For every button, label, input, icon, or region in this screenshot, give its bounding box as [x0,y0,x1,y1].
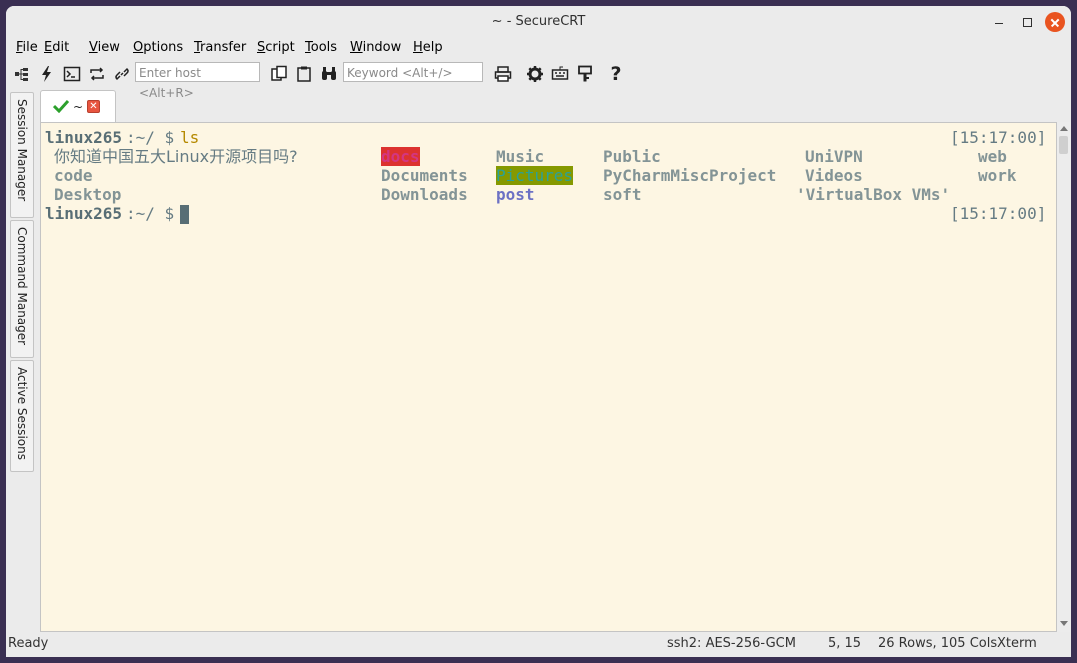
ls-entry: Desktop [54,185,122,204]
ls-entry: UniVPN [805,147,863,166]
ls-entry: docs [381,147,420,166]
status-terminal-size: 26 Rows, 105 Cols [878,636,998,651]
terminal-line-1: linux265 [45,128,132,147]
status-state: Ready [8,636,49,651]
quick-connect-icon[interactable] [37,64,57,84]
timestamp: [15:17:00] [950,204,1047,223]
close-window-button[interactable] [1045,12,1065,32]
ls-entry: PyCharmMiscProject [603,166,777,185]
menu-edit[interactable]: Edit [44,40,69,55]
scroll-thumb[interactable] [1059,136,1068,154]
toolbar: Enter host <Alt+R> Keyword <Alt+/> ? [6,60,1071,100]
status-cursor-position: 5, 15 [828,636,862,651]
menu-view[interactable]: View [89,40,120,55]
ls-entry: code [54,166,93,185]
session-tab-strip: ~ ✕ [40,90,1064,122]
ls-entry: work [978,166,1017,185]
prompt-path: :~/ $ [126,128,175,147]
ls-entry: Downloads [381,185,468,204]
prompt-user: linux265 [45,128,123,147]
menu-transfer[interactable]: Transfer [194,40,246,55]
menu-script[interactable]: Script [257,40,295,55]
ls-entry: 你知道中国五大Linux开源项目吗? [54,147,298,166]
maximize-button[interactable] [1017,12,1037,32]
terminal-icon[interactable] [62,64,82,84]
settings-icon[interactable] [525,64,545,84]
scroll-up-arrow-icon[interactable] [1060,126,1068,131]
window-title: ~ - SecureCRT [491,14,586,29]
securecrt-window: ~ - SecureCRT File Edit View Options Tra… [6,6,1071,657]
copy-icon[interactable] [269,64,289,84]
title-bar[interactable]: ~ - SecureCRT [6,6,1071,38]
key-icon[interactable] [575,64,595,84]
ls-entry: Documents [381,166,468,185]
keymap-icon[interactable] [550,64,570,84]
terminal-view[interactable]: linux265 :~/ $ ls [15:17:00] 你知道中国五大Linu… [40,122,1057,632]
paste-icon[interactable] [294,64,314,84]
text-cursor [180,205,189,224]
ls-entry: 'VirtualBox VMs' [796,185,951,204]
print-icon[interactable] [493,64,513,84]
status-bar: Ready ssh2: AES-256-GCM 5, 15 26 Rows, 1… [6,633,1071,657]
session-tab[interactable]: ~ ✕ [40,90,116,122]
tab-command-manager[interactable]: Command Manager [10,220,34,358]
terminal-line-prompt: linux265 [45,204,122,223]
terminal-scrollbar[interactable] [1057,122,1071,632]
menu-help[interactable]: Help [413,40,443,55]
ls-entry: Videos [805,166,863,185]
menu-tools[interactable]: Tools [305,40,337,55]
help-icon[interactable]: ? [606,64,626,84]
tab-active-sessions[interactable]: Active Sessions [10,360,34,472]
ls-entry: post [496,185,535,204]
tab-session-manager[interactable]: Session Manager [10,92,34,218]
reconnect-icon[interactable] [87,64,107,84]
active-sessions-label: Active Sessions [15,367,29,460]
command-manager-label: Command Manager [15,227,29,346]
menu-options[interactable]: Options [133,40,183,55]
status-protocol: ssh2: AES-256-GCM [667,636,796,651]
disconnect-icon[interactable] [112,64,132,84]
session-manager-label: Session Manager [15,99,29,202]
scroll-down-arrow-icon[interactable] [1060,621,1068,626]
host-input[interactable]: Enter host <Alt+R> [135,62,260,100]
prompt-path: :~/ $ [126,204,175,223]
connect-icon[interactable] [12,64,32,84]
menu-bar: File Edit View Options Transfer Script T… [6,38,1071,58]
session-tab-label: ~ [73,100,84,114]
connected-check-icon [53,99,69,113]
prompt-user: linux265 [45,204,123,223]
find-icon[interactable] [319,64,339,84]
ls-entry: soft [603,185,642,204]
ls-entry: Public [603,147,661,166]
ls-entry: Pictures [496,166,574,185]
menu-window[interactable]: Window [350,40,401,55]
status-emulation: Xterm [997,636,1037,651]
timestamp: [15:17:00] [950,128,1047,147]
ls-entry: web [978,147,1007,166]
menu-file[interactable]: File [16,40,38,55]
command-text: ls [180,128,200,147]
minimize-button[interactable] [989,12,1009,32]
close-tab-icon[interactable]: ✕ [87,100,100,113]
ls-entry: Music [496,147,545,166]
keyword-input[interactable]: Keyword <Alt+/> [343,62,483,82]
